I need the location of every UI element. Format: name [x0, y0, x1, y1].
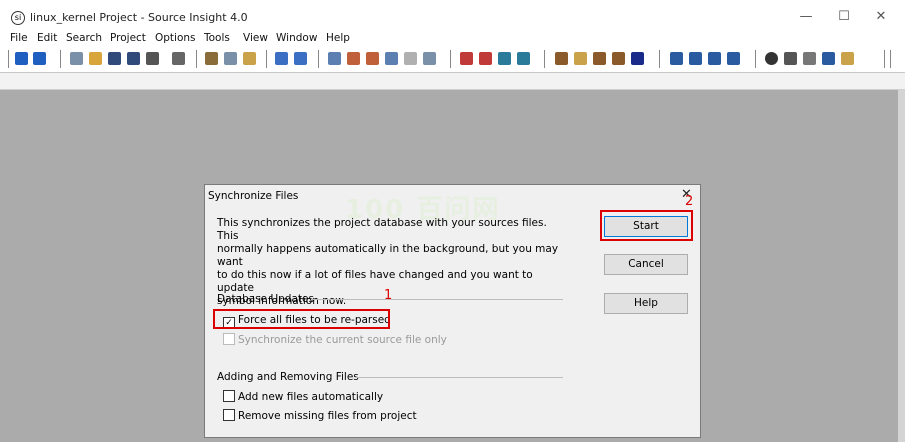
forward-arrow-icon[interactable]: [33, 52, 46, 65]
replace-files-icon[interactable]: [423, 52, 436, 65]
toolbar-separator: [450, 50, 451, 68]
open-project-icon[interactable]: [574, 52, 587, 65]
group-divider: [355, 377, 563, 378]
layout-split-icon[interactable]: [708, 52, 721, 65]
group-divider: [311, 299, 563, 300]
undo-icon[interactable]: [275, 52, 288, 65]
back-arrow-icon[interactable]: [15, 52, 28, 65]
lookup-references-icon[interactable]: [385, 52, 398, 65]
annotation-box-2: [600, 210, 693, 241]
layout-window-icon[interactable]: [727, 52, 740, 65]
annotation-number-2: 2: [685, 194, 694, 209]
annotation-box-1: [213, 309, 390, 329]
synchronize-files-dialog: 100 百问网 Synchronize Files ✕ This synchro…: [204, 184, 701, 438]
browse-icon[interactable]: [822, 52, 835, 65]
layout-grid-icon[interactable]: [670, 52, 683, 65]
toolbar-separator: [266, 50, 267, 68]
toolbar-separator: [544, 50, 545, 68]
checkbox-disabled-icon: [223, 333, 235, 345]
toolbar-separator: [659, 50, 660, 68]
bookmark-list-icon[interactable]: [479, 52, 492, 65]
group-label-database-updates: Database Updates: [217, 293, 314, 305]
help-circle-icon[interactable]: [765, 52, 778, 65]
dialog-title: Synchronize Files: [208, 190, 299, 202]
project-icon[interactable]: [555, 52, 568, 65]
new-file-icon[interactable]: [70, 52, 83, 65]
tool-icon[interactable]: [784, 52, 797, 65]
copy-icon[interactable]: [224, 52, 237, 65]
checkbox-unchecked-icon[interactable]: [223, 409, 235, 421]
jump-icon[interactable]: [498, 52, 511, 65]
group-label-adding-removing: Adding and Removing Files: [217, 371, 359, 383]
menu-tools[interactable]: Tools: [204, 32, 230, 44]
search-files-icon[interactable]: [347, 52, 360, 65]
toolbar-separator: [8, 50, 9, 68]
redo-icon[interactable]: [294, 52, 307, 65]
project-files-icon[interactable]: [593, 52, 606, 65]
toolbar-separator: [318, 50, 319, 68]
secondary-toolbar: [0, 73, 905, 90]
toolbar: [0, 46, 905, 73]
tree-icon[interactable]: [803, 52, 816, 65]
cancel-button[interactable]: Cancel: [604, 254, 688, 275]
symbol-window-icon[interactable]: [517, 52, 530, 65]
relation-icon[interactable]: [631, 52, 644, 65]
menu-search[interactable]: Search: [66, 32, 102, 44]
menu-edit[interactable]: Edit: [37, 32, 57, 44]
maximize-button[interactable]: ☐: [831, 8, 857, 26]
layout-panel-icon[interactable]: [689, 52, 702, 65]
search-project-icon[interactable]: [366, 52, 379, 65]
close-button[interactable]: ✕: [868, 8, 894, 26]
minimize-button[interactable]: —: [793, 8, 819, 26]
open-folder-icon[interactable]: [89, 52, 102, 65]
search-icon[interactable]: [328, 52, 341, 65]
cut-icon[interactable]: [205, 52, 218, 65]
checkbox-unchecked-icon[interactable]: [223, 390, 235, 402]
toolbar-separator: [196, 50, 197, 68]
toolbar-separator: [884, 50, 885, 68]
window-title: linux_kernel Project - Source Insight 4.…: [30, 11, 248, 24]
close-file-icon[interactable]: [146, 52, 159, 65]
save-icon[interactable]: [108, 52, 121, 65]
menu-window[interactable]: Window: [276, 32, 317, 44]
menu-view[interactable]: View: [243, 32, 268, 44]
remove-missing-files-checkbox[interactable]: Remove missing files from project: [223, 409, 417, 423]
sync-current-file-checkbox: Synchronize the current source file only: [223, 333, 447, 347]
sync-icon[interactable]: [612, 52, 625, 65]
replace-icon[interactable]: [404, 52, 417, 65]
save-all-icon[interactable]: [127, 52, 140, 65]
toolbar-separator: [890, 50, 891, 68]
menu-file[interactable]: File: [10, 32, 28, 44]
menu-project[interactable]: Project: [110, 32, 146, 44]
sync-current-file-label: Synchronize the current source file only: [238, 334, 447, 346]
toolbar-separator: [755, 50, 756, 68]
source-insight-logo-icon: si: [11, 11, 25, 25]
menu-help[interactable]: Help: [326, 32, 350, 44]
menu-options[interactable]: Options: [155, 32, 196, 44]
add-new-files-label: Add new files automatically: [238, 391, 384, 403]
help-button[interactable]: Help: [604, 293, 688, 314]
title-bar: si linux_kernel Project - Source Insight…: [0, 0, 905, 32]
print-icon[interactable]: [172, 52, 185, 65]
toolbar-separator: [60, 50, 61, 68]
menu-bar: File Edit Search Project Options Tools V…: [0, 32, 905, 46]
paste-icon[interactable]: [243, 52, 256, 65]
remove-missing-files-label: Remove missing files from project: [238, 410, 417, 422]
annotation-number-1: 1: [384, 288, 393, 303]
bookmark-icon[interactable]: [460, 52, 473, 65]
clip-icon[interactable]: [841, 52, 854, 65]
right-edge-panel: [898, 90, 905, 442]
add-new-files-checkbox[interactable]: Add new files automatically: [223, 390, 383, 404]
